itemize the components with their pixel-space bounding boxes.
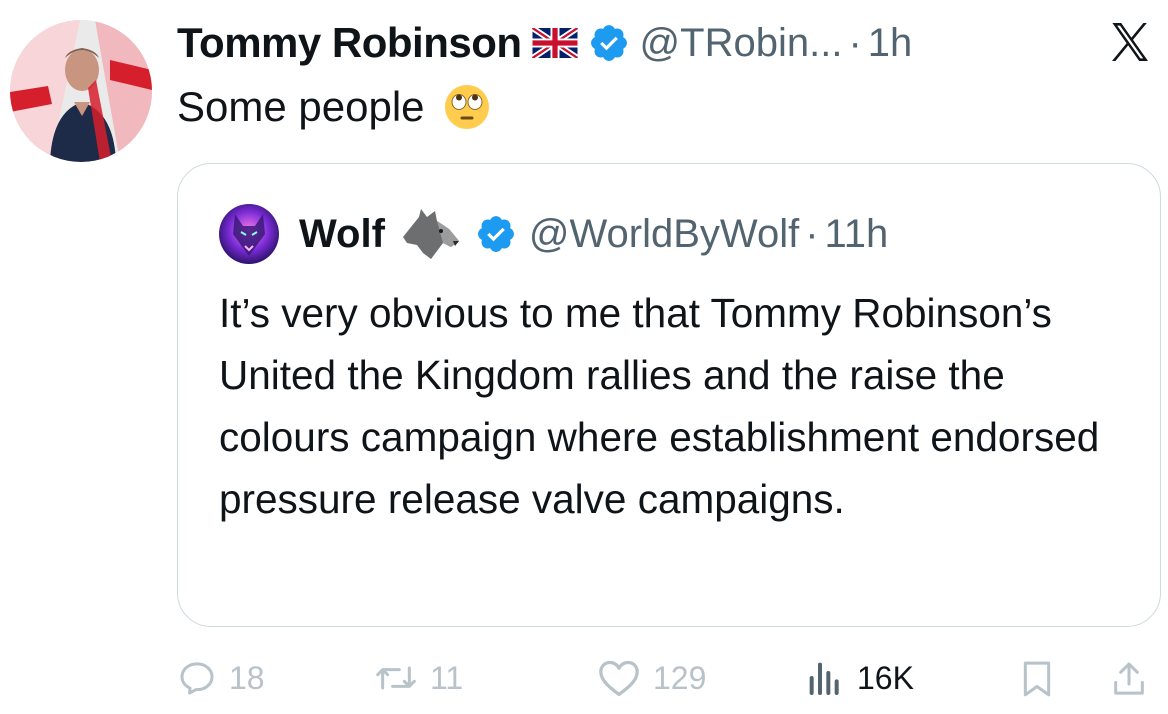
quoted-tweet-header: Wolf @WorldByWolf · 11h (219, 204, 888, 264)
tweet-screenshot: Tommy Robinson @TRobin... · 1h Some peop… (0, 0, 1168, 714)
quoted-post-time[interactable]: 11h (825, 212, 889, 257)
views-chart-icon (809, 662, 839, 695)
tweet-header: Tommy Robinson @TRobin... · 1h (177, 16, 912, 70)
quoted-author-handle[interactable]: @WorldByWolf (529, 212, 799, 257)
quoted-tweet-card[interactable]: Wolf @WorldByWolf · 11h It’s very obviou… (177, 163, 1161, 627)
quoted-author-name[interactable]: Wolf (299, 212, 385, 257)
verified-badge-icon (590, 25, 627, 61)
repost-button[interactable]: 11 (374, 658, 463, 698)
like-button[interactable]: 129 (597, 658, 706, 698)
share-button[interactable] (1109, 658, 1149, 700)
repost-icon (376, 666, 416, 690)
views-button[interactable]: 16K (805, 658, 914, 698)
heart-icon (599, 660, 639, 696)
reply-count: 18 (229, 659, 265, 696)
quoted-tweet-text: It’s very obvious to me that Tommy Robin… (219, 290, 1100, 522)
reply-button[interactable]: 18 (177, 658, 265, 698)
quoted-handle-time: @WorldByWolf · 11h (529, 212, 888, 257)
author-avatar-image (10, 20, 152, 162)
bookmark-icon (1023, 661, 1051, 697)
tweet-body: Some people (177, 83, 425, 130)
x-logo-icon[interactable] (1105, 18, 1155, 66)
post-time[interactable]: 1h (868, 21, 913, 66)
author-handle[interactable]: @TRobin... (640, 21, 843, 66)
repost-count: 11 (430, 659, 464, 696)
bookmark-button[interactable] (1017, 658, 1057, 700)
wolf-avatar-image (219, 204, 279, 264)
author-avatar[interactable] (10, 20, 152, 162)
wolf-emoji-icon (402, 209, 459, 259)
tweet-text: Some people (177, 80, 491, 134)
uk-flag-icon (531, 28, 578, 58)
view-count: 16K (857, 659, 914, 696)
quoted-author-avatar[interactable] (219, 204, 279, 264)
face-with-rolling-eyes-icon (444, 85, 489, 129)
quoted-verified-badge-icon (477, 216, 514, 252)
author-handle-time: @TRobin... · 1h (640, 21, 913, 66)
reply-icon (180, 662, 214, 695)
like-count: 129 (653, 659, 707, 696)
time-separator: · (848, 20, 862, 65)
action-bar: 18 11 129 16K (177, 650, 1162, 710)
author-display-name[interactable]: Tommy Robinson (177, 19, 522, 67)
quoted-time-separator: · (805, 211, 819, 256)
share-icon (1114, 662, 1144, 695)
